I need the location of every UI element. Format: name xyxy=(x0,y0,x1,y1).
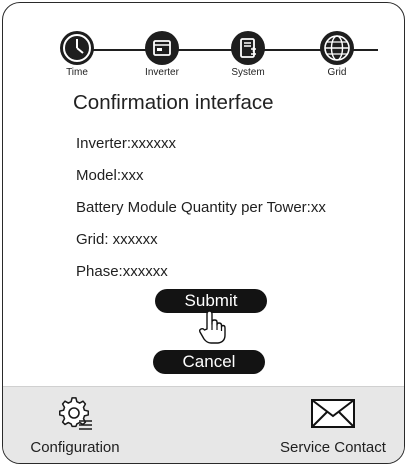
step-label: System xyxy=(231,67,265,78)
gear-settings-icon xyxy=(15,397,135,431)
globe-icon xyxy=(320,31,354,65)
configuration-label: Configuration xyxy=(30,439,120,456)
step-label: Grid xyxy=(327,67,347,78)
step-label: Time xyxy=(66,67,88,78)
inverter-icon xyxy=(145,31,179,65)
step-grid[interactable]: Grid xyxy=(307,31,367,78)
grid-value: Grid: xxxxxx xyxy=(76,231,158,248)
envelope-icon xyxy=(265,397,401,431)
battery-system-icon xyxy=(231,31,265,65)
clock-icon xyxy=(60,31,94,65)
setup-stepper: Time Inverter System Grid xyxy=(3,3,404,89)
bottom-navigation: Configuration Service Contact xyxy=(3,386,404,463)
service-contact-label: Service Contact xyxy=(280,439,386,456)
phase-value: Phase:xxxxxx xyxy=(76,263,168,280)
device-screen: Time Inverter System Grid Confirmation i… xyxy=(2,2,405,464)
configuration-button[interactable]: Configuration xyxy=(15,397,135,456)
model-value: Model:xxx xyxy=(76,167,144,184)
step-system[interactable]: System xyxy=(218,31,278,78)
step-time[interactable]: Time xyxy=(47,31,107,78)
cancel-button[interactable]: Cancel xyxy=(153,350,265,374)
inverter-value: Inverter:xxxxxx xyxy=(76,135,177,152)
page-title: Confirmation interface xyxy=(73,91,274,114)
pointer-hand-icon xyxy=(198,309,226,345)
step-inverter[interactable]: Inverter xyxy=(132,31,192,78)
step-label: Inverter xyxy=(145,67,179,78)
service-contact-button[interactable]: Service Contact xyxy=(265,397,401,456)
battery-quantity-value: Battery Module Quantity per Tower:xx xyxy=(76,199,326,216)
